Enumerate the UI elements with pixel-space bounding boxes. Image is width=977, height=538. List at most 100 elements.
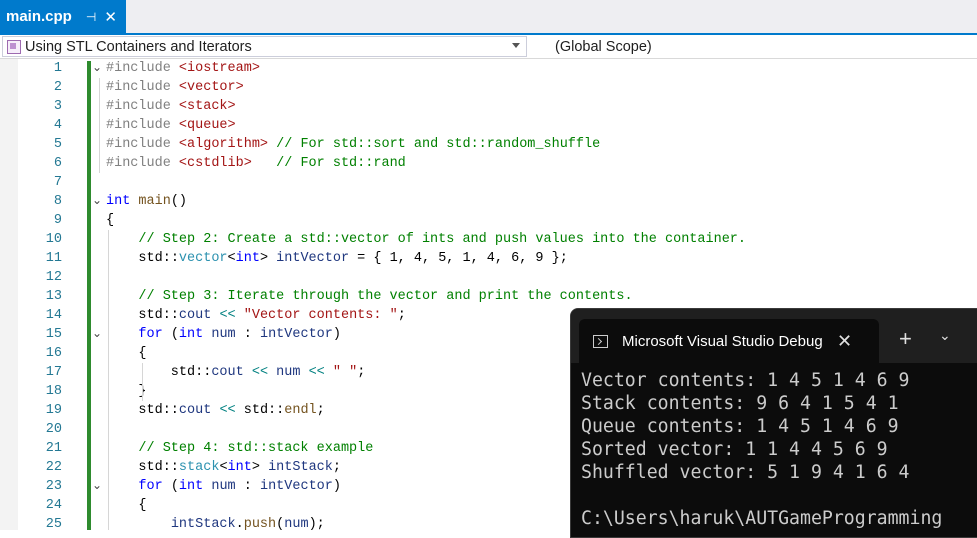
console-output: Vector contents: 1 4 5 1 4 6 9 Stack cont… [581,369,942,530]
code-text: #include <queue> [106,116,236,135]
project-icon [7,39,21,54]
code-token: : [235,327,260,342]
scope-dropdown[interactable]: (Global Scope) [555,36,652,57]
fold-toggle-icon[interactable]: ⌄ [92,325,102,344]
line-number: 11 [45,251,62,266]
navigation-bar: Using STL Containers and Iterators (Glob… [0,35,977,59]
project-label: Using STL Containers and Iterators [25,38,252,55]
line-number: 16 [45,346,62,361]
code-token: // Step 4: std::stack example [106,441,374,456]
console-tab[interactable]: Microsoft Visual Studio Debug Console ✕ [579,319,879,363]
code-text: std::cout << num << " "; [106,363,366,382]
code-token: std:: [235,403,285,418]
code-token: <iostream> [178,61,260,76]
code-text: #include <vector> [106,78,244,97]
code-token: #include [106,156,179,171]
code-token: std:: [106,403,179,418]
line-number: 6 [53,156,62,171]
fold-toggle-icon[interactable]: ⌄ [92,477,102,496]
close-icon[interactable]: ✕ [837,331,852,352]
indent-guide [108,230,109,530]
code-token: < [227,251,236,266]
indent-guide [142,363,143,401]
code-token: cout [178,308,212,323]
code-token: intStack [268,460,333,475]
project-dropdown[interactable]: Using STL Containers and Iterators [2,36,527,57]
code-token: #include [106,80,179,95]
code-token: // Step 3: Iterate through the vector an… [106,289,633,304]
code-text: std::stack<int> intStack; [106,458,341,477]
document-tab-bar: main.cpp ⊣ ✕ [0,0,977,35]
line-number: 21 [45,441,62,456]
console-titlebar: Microsoft Visual Studio Debug Console ✕ … [571,309,977,363]
console-line: C:\Users\haruk\AUTGameProgramming [581,508,943,529]
code-token: #include [106,118,179,133]
code-token: // For std::rand [251,156,406,171]
code-token: () [170,194,188,209]
line-number: 22 [45,460,62,475]
line-number: 23 [45,479,62,494]
debug-console-window[interactable]: Microsoft Visual Studio Debug Console ✕ … [570,308,977,538]
fold-toggle-icon[interactable]: ⌄ [92,59,102,78]
line-number: 7 [53,175,62,190]
code-token: << [308,365,325,380]
code-token: :: [162,251,179,266]
code-token: << [219,308,236,323]
code-line[interactable]: 11 std::vector<int> intVector = { 1, 4, … [0,249,977,268]
line-number: 15 [45,327,62,342]
code-text: std::vector<int> intVector = { 1, 4, 5, … [106,249,568,268]
terminal-icon [593,334,608,348]
close-icon[interactable]: ✕ [104,8,117,26]
code-text: #include <algorithm> // For std::sort an… [106,135,600,154]
code-token: num [276,365,301,380]
code-line[interactable]: 10 // Step 2: Create a std::vector of in… [0,230,977,249]
chevron-down-icon[interactable] [512,43,520,48]
code-text: #include <iostream> [106,59,260,78]
code-token: ; [357,365,366,380]
line-number: 3 [53,99,62,114]
line-number: 10 [45,232,62,247]
code-line[interactable]: 9{ [0,211,977,230]
code-token: endl [284,403,317,418]
code-token: ) [332,479,341,494]
new-tab-icon[interactable]: + [899,326,912,352]
code-line[interactable]: 13 // Step 3: Iterate through the vector… [0,287,977,306]
code-line[interactable]: 6 #include <cstdlib> // For std::rand [0,154,977,173]
code-line[interactable]: 7 [0,173,977,192]
code-token: #include [106,137,179,152]
code-line[interactable]: 2 #include <vector> [0,78,977,97]
code-token: } [106,384,147,399]
code-line[interactable]: 4 #include <queue> [0,116,977,135]
code-token: > [251,460,269,475]
code-token: num [211,479,236,494]
tab-title: main.cpp [6,8,72,25]
code-text: { [106,496,146,515]
code-text: std::cout << "Vector contents: "; [106,306,406,325]
code-token: #include [106,99,179,114]
line-number: 19 [45,403,62,418]
code-line[interactable]: 5 #include <algorithm> // For std::sort a… [0,135,977,154]
code-token: // For std::sort and std::random_shuffle [268,137,601,152]
line-number: 13 [45,289,62,304]
line-number: 12 [45,270,62,285]
fold-toggle-icon[interactable]: ⌄ [92,192,102,211]
code-line[interactable]: 12 [0,268,977,287]
code-text: // Step 2: Create a std::vector of ints … [106,230,746,249]
chevron-down-icon[interactable]: ⌄ [939,327,951,344]
code-token: = { 1, 4, 5, 1, 4, 6, 9 }; [349,251,568,266]
code-token: > [259,251,277,266]
code-token: ( [162,479,179,494]
code-line[interactable]: 1 ⌄ #include <iostream> [0,59,977,78]
tab-main-cpp[interactable]: main.cpp ⊣ ✕ [0,0,126,33]
line-number: 4 [53,118,62,133]
line-number: 1 [53,61,62,76]
code-line[interactable]: 3 #include <stack> [0,97,977,116]
code-token: << [219,403,236,418]
code-token: ; [397,308,406,323]
pin-icon[interactable]: ⊣ [86,10,96,24]
code-line[interactable]: 8 ⌄ int main() [0,192,977,211]
console-line: Shuffled vector: 5 1 9 4 1 6 4 [581,462,910,483]
